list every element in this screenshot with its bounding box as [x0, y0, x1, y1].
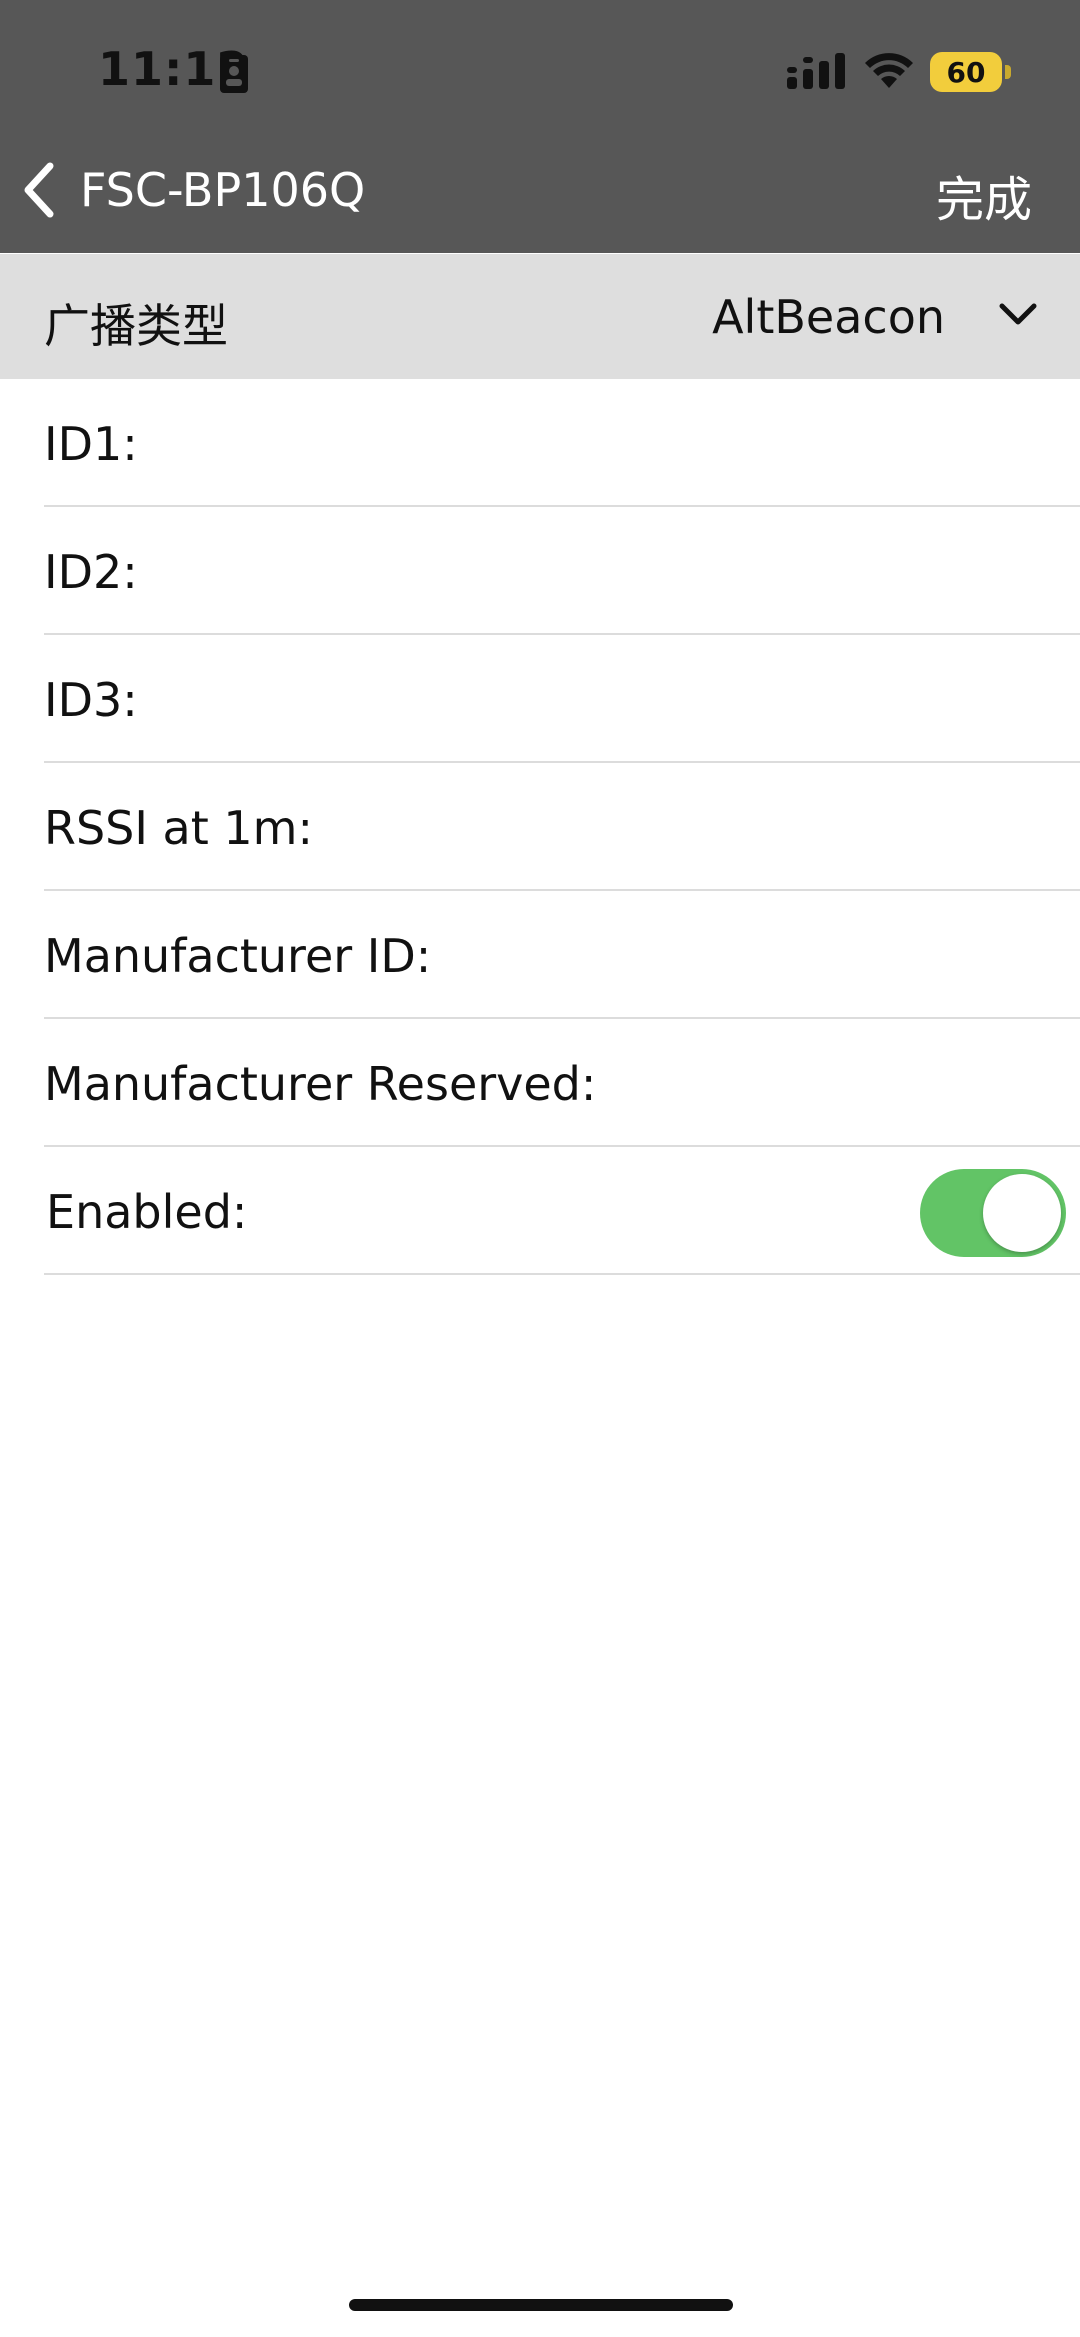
app-screen: 11:12 60 FSC-BP106Q 完成 广播类型 AltBeacon ID…	[0, 0, 1080, 2337]
broadcast-type-label: 广播类型	[44, 299, 228, 353]
id3-field[interactable]	[464, 655, 1028, 743]
id-card-icon	[220, 55, 248, 93]
signal-icon	[787, 53, 845, 89]
id2-label: ID2:	[44, 545, 138, 599]
enabled-row: Enabled:	[44, 1147, 1080, 1275]
manufacturer-id-row: Manufacturer ID:	[44, 891, 1080, 1019]
back-button[interactable]: FSC-BP106Q	[18, 150, 398, 230]
enabled-label: Enabled:	[46, 1185, 248, 1239]
wifi-icon	[865, 53, 913, 88]
broadcast-type-select[interactable]: AltBeacon	[660, 254, 1080, 379]
chevron-down-icon	[999, 303, 1037, 325]
id1-field[interactable]	[464, 399, 1028, 487]
broadcast-type-row: 广播类型 AltBeacon	[0, 254, 1080, 379]
home-indicator[interactable]	[349, 2299, 733, 2311]
battery-icon: 60	[930, 52, 1012, 92]
nav-title: FSC-BP106Q	[80, 163, 366, 217]
done-button[interactable]: 完成	[936, 160, 1032, 230]
id1-row: ID1:	[44, 379, 1080, 507]
broadcast-type-value: AltBeacon	[712, 290, 945, 344]
battery-level: 60	[930, 52, 1002, 92]
header-bar: 11:12 60 FSC-BP106Q 完成	[0, 0, 1080, 253]
manufacturer-id-field[interactable]	[464, 911, 1028, 999]
chevron-left-icon	[24, 162, 54, 218]
id3-label: ID3:	[44, 673, 138, 727]
manufacturer-reserved-label: Manufacturer Reserved:	[44, 1057, 597, 1111]
id2-row: ID2:	[44, 507, 1080, 635]
rssi-field[interactable]	[464, 783, 1028, 871]
manufacturer-reserved-row: Manufacturer Reserved:	[44, 1019, 1080, 1147]
manufacturer-id-label: Manufacturer ID:	[44, 929, 432, 983]
enabled-toggle[interactable]	[920, 1169, 1066, 1257]
rssi-row: RSSI at 1m:	[44, 763, 1080, 891]
id1-label: ID1:	[44, 417, 138, 471]
id3-row: ID3:	[44, 635, 1080, 763]
toggle-knob	[983, 1174, 1061, 1252]
battery-tip	[1005, 65, 1011, 79]
manufacturer-reserved-field[interactable]	[584, 1039, 1028, 1127]
id2-field[interactable]	[464, 527, 1028, 615]
beacon-form: ID1: ID2: ID3: RSSI at 1m: Manufacturer …	[0, 379, 1080, 1275]
rssi-label: RSSI at 1m:	[44, 801, 313, 855]
